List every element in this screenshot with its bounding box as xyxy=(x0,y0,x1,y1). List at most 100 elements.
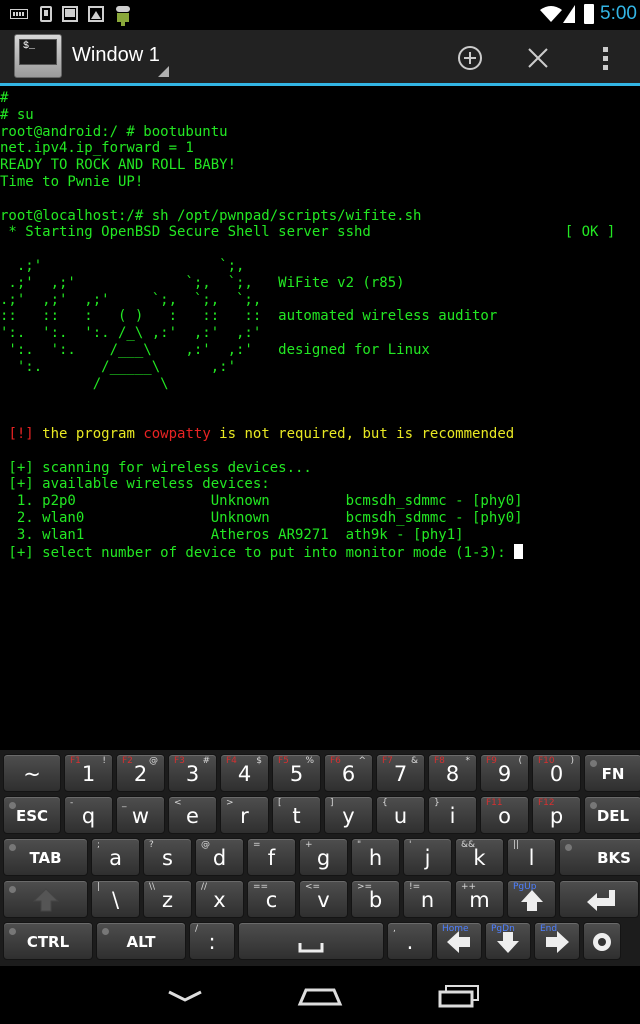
key-f[interactable]: = f xyxy=(247,838,296,876)
terminal-line-text: net.ipv4.ip_forward = 1 xyxy=(0,140,194,156)
terminal-line: ':. ':. /___\ ,:' ,:' designed for Linux xyxy=(0,342,429,359)
key-backspace[interactable]: BKS xyxy=(559,838,640,876)
key-7[interactable]: F7 & 7 xyxy=(376,754,425,792)
key-g[interactable]: + g xyxy=(299,838,348,876)
key-n[interactable]: != n xyxy=(403,880,452,918)
key-fn[interactable]: FN xyxy=(584,754,640,792)
key-9[interactable]: F9(9 xyxy=(480,754,529,792)
key-l[interactable]: || l xyxy=(507,838,556,876)
key-ctrl[interactable]: CTRL xyxy=(3,922,93,960)
terminal-line-text: # su xyxy=(0,107,34,123)
key-d[interactable]: @ d xyxy=(195,838,244,876)
window-dropdown-icon[interactable] xyxy=(158,66,169,77)
key-o[interactable]: F11 o xyxy=(480,796,529,834)
key-x[interactable]: //x xyxy=(195,880,244,918)
key-w[interactable]: _ w xyxy=(116,796,165,834)
terminal-line: # xyxy=(0,90,8,107)
battery-icon xyxy=(584,4,594,24)
key-5[interactable]: F5% 5 xyxy=(272,754,321,792)
key-label: FN xyxy=(601,765,625,783)
key-space[interactable] xyxy=(238,922,384,960)
clock: 5:00 xyxy=(600,3,637,24)
key-c[interactable]: == c xyxy=(247,880,296,918)
back-icon[interactable] xyxy=(155,974,215,1016)
terminal-app-icon[interactable]: $_ xyxy=(14,34,62,78)
key-k[interactable]: && k xyxy=(455,838,504,876)
key-p[interactable]: F12 p xyxy=(532,796,581,834)
key-label: ESC xyxy=(15,807,49,825)
key-label: 2 xyxy=(133,762,148,786)
warning-segment: [!] xyxy=(8,426,34,442)
status-bar: 5:00 xyxy=(0,0,640,30)
key-alt[interactable]: ALT xyxy=(96,922,186,960)
recents-icon[interactable] xyxy=(428,974,488,1016)
terminal-line-text: * Starting OpenBSD Secure Shell server s… xyxy=(0,224,616,240)
key-right[interactable]: End xyxy=(534,922,580,960)
key-0[interactable]: F10) 0 xyxy=(532,754,581,792)
key-esc[interactable]: ESC xyxy=(3,796,61,834)
terminal-output[interactable]: # # su root@android:/ # bootubuntu net.ipv4… xyxy=(0,90,640,746)
terminal-line: root@android:/ # bootubuntu xyxy=(0,124,228,141)
terminal-line: 3. wlan1 Atheros AR9271 ath9k - [phy1] xyxy=(0,527,464,544)
key-a[interactable]: ; a xyxy=(91,838,140,876)
key-settings[interactable] xyxy=(583,922,621,960)
key-label: n xyxy=(420,888,435,912)
key-e[interactable]: < e xyxy=(168,796,217,834)
terminal-line-text: # xyxy=(0,90,9,106)
key-label: . xyxy=(406,930,414,954)
home-icon[interactable] xyxy=(290,974,350,1016)
key-enter[interactable] xyxy=(559,880,639,918)
terminal-line: .;' ,;' ,;' `;, `;, `;, xyxy=(0,292,261,309)
terminal-line-text: 2. wlan0 Unknown bcmsdh_sdmmc - [phy0] xyxy=(0,510,523,526)
key-b[interactable]: >= b xyxy=(351,880,400,918)
warning-segment: cowpatty xyxy=(143,426,211,442)
key-label: k xyxy=(473,846,486,870)
terminal-line: .;' ,;' `;, `;, WiFite v2 (r85) xyxy=(0,275,404,292)
key-1[interactable]: F1! 1 xyxy=(64,754,113,792)
key-6[interactable]: F6 ^ 6 xyxy=(324,754,373,792)
key-colon[interactable]: /: xyxy=(189,922,235,960)
key-up[interactable]: PgUp xyxy=(507,880,556,918)
key-r[interactable]: > r xyxy=(220,796,269,834)
enter-icon xyxy=(560,885,638,920)
key-down[interactable]: PgDn xyxy=(485,922,531,960)
key-label: CTRL xyxy=(26,933,70,951)
key-3[interactable]: F3 #3 xyxy=(168,754,217,792)
key-period[interactable]: ,. xyxy=(387,922,433,960)
signal-icon xyxy=(563,5,575,23)
key-2[interactable]: F2 @2 xyxy=(116,754,165,792)
key-tab[interactable]: TAB xyxy=(3,838,88,876)
on-screen-keyboard: ~ F1! 1 F2 @2 F3 #3 F4 $4 F5% 5 F6 ^ 6 F7 & 7 F8 * 8 F9(9 F10… xyxy=(0,750,640,966)
key-y[interactable]: ] y xyxy=(324,796,373,834)
key-8[interactable]: F8 * 8 xyxy=(428,754,477,792)
key-m[interactable]: ++ m xyxy=(455,880,504,918)
key-tilde[interactable]: ~ xyxy=(3,754,61,792)
terminal-line: * Starting OpenBSD Secure Shell server s… xyxy=(0,224,615,241)
key-i[interactable]: } i xyxy=(428,796,477,834)
terminal-line: # su xyxy=(0,107,34,124)
phone-notification-icon xyxy=(40,6,52,22)
key-s[interactable]: ? s xyxy=(143,838,192,876)
close-icon[interactable] xyxy=(518,38,558,78)
key-backslash[interactable]: | \ xyxy=(91,880,140,918)
key-j[interactable]: ' j xyxy=(403,838,452,876)
key-label: f xyxy=(267,846,276,870)
key-label: DEL xyxy=(596,807,630,825)
key-h[interactable]: " h xyxy=(351,838,400,876)
key-del[interactable]: DEL xyxy=(584,796,640,834)
key-shift[interactable] xyxy=(3,880,88,918)
key-label: 1 xyxy=(81,762,96,786)
key-label: BKS xyxy=(597,849,631,867)
add-icon[interactable] xyxy=(450,38,490,78)
key-v[interactable]: <= v xyxy=(299,880,348,918)
key-u[interactable]: {u xyxy=(376,796,425,834)
arrow-left-icon xyxy=(437,927,481,962)
key-left[interactable]: Home xyxy=(436,922,482,960)
key-q[interactable]: -q xyxy=(64,796,113,834)
key-z[interactable]: \\ z xyxy=(143,880,192,918)
key-label: v xyxy=(317,888,330,912)
overflow-menu-icon[interactable] xyxy=(586,38,626,78)
key-4[interactable]: F4 $4 xyxy=(220,754,269,792)
window-title[interactable]: Window 1 xyxy=(72,44,160,67)
key-t[interactable]: [t xyxy=(272,796,321,834)
